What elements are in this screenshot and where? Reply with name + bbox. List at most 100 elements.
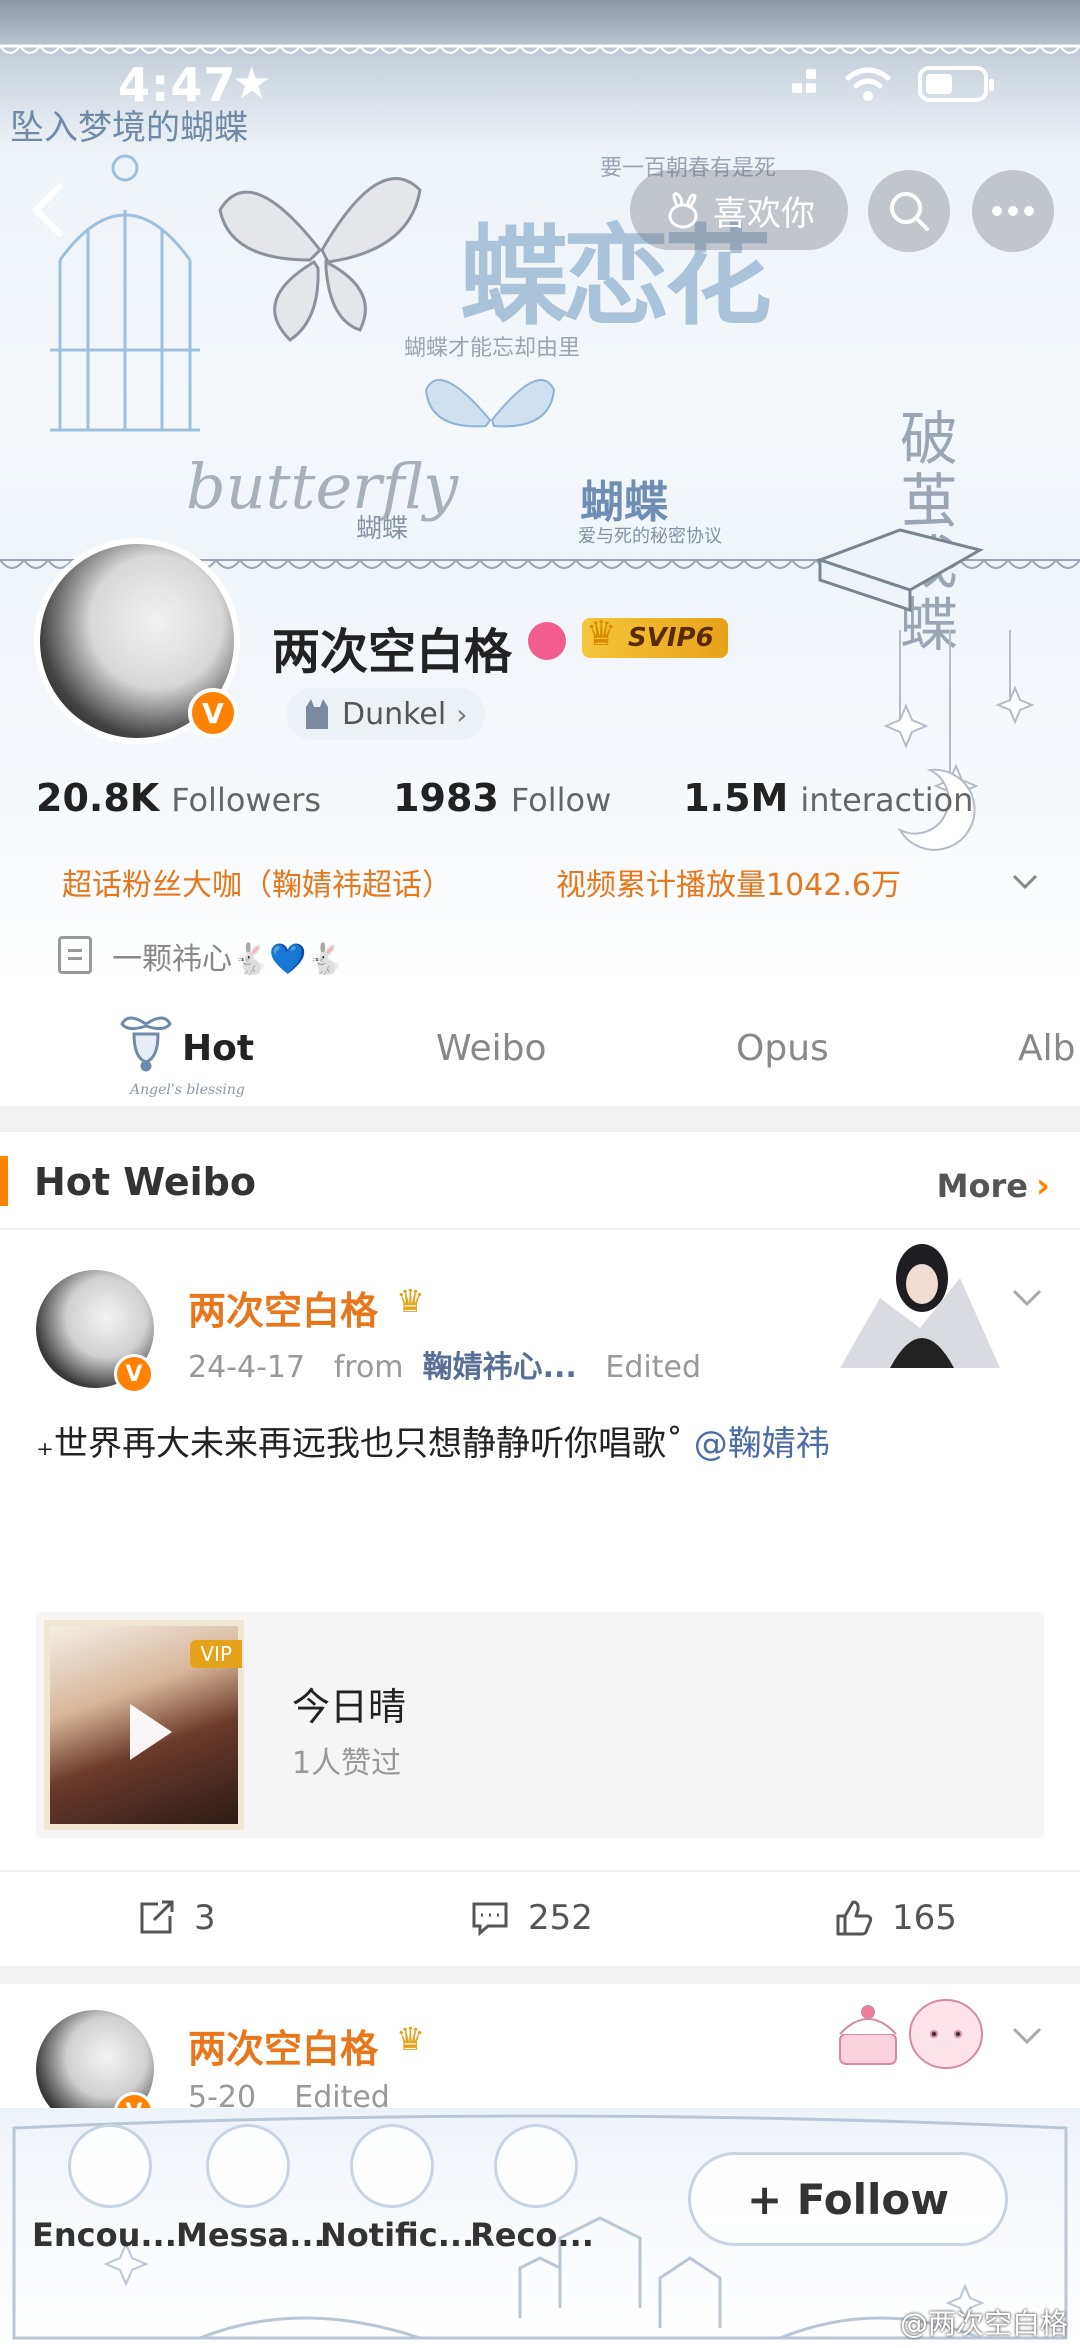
search-icon (890, 192, 929, 231)
followers-label: Followers (171, 781, 322, 819)
book-illustration (815, 528, 984, 613)
post-date: 5-20 (188, 2080, 257, 2108)
wifi-icon (845, 67, 891, 101)
verified-badge: V (188, 688, 238, 738)
blue-butterfly-illustration (424, 379, 556, 428)
like-you-label: 喜欢你 (713, 193, 815, 234)
butterfly-illustration (218, 177, 422, 342)
repost-button[interactable]: 3 (136, 1898, 216, 1938)
thumbs-up-icon (836, 1900, 873, 1936)
tab-opus[interactable]: Opus (736, 1028, 829, 1069)
verified-badge: V (114, 1354, 154, 1394)
bow-bell-icon (120, 1016, 172, 1072)
post-options-chevron-icon[interactable] (1010, 1280, 1044, 1314)
post-date: 24-4-17 (188, 1350, 306, 1385)
post-mention[interactable]: @鞠婧祎 (694, 1424, 830, 1464)
star-icon: ★ (232, 58, 272, 109)
profile-username: 两次空白格 (272, 624, 513, 680)
hot-weibo-header: Hot Weibo More › (0, 1132, 1080, 1230)
notification-icon (350, 2124, 434, 2208)
more-options-button[interactable] (972, 170, 1054, 252)
crown-icon: ♛ (396, 2020, 425, 2058)
comment-count: 252 (528, 1898, 593, 1938)
play-icon[interactable] (130, 1704, 172, 1760)
tab-weibo[interactable]: Weibo (436, 1028, 547, 1069)
interaction-count: 1.5M (683, 776, 789, 820)
followers-stat[interactable]: 20.8K Followers (36, 776, 321, 820)
cat-icon (306, 699, 328, 729)
post-text: ₊世界再大未来再远我也只想静静听你唱歌˚ @鞠婧祎 (36, 1416, 830, 1465)
chevron-right-icon: › (456, 697, 468, 731)
profile-bio: 一颗祎心🐇💙🐇 (112, 942, 345, 977)
chevron-right-icon: › (1035, 1166, 1050, 1206)
post-separator (0, 1966, 1080, 1984)
following-count: 1983 (393, 776, 499, 820)
recommend-icon (494, 2124, 578, 2208)
post-meta: 5-20 Edited (188, 2080, 390, 2108)
more-label: More (936, 1167, 1028, 1205)
tab-hot[interactable]: Hot (182, 1028, 254, 1069)
repost-count: 3 (194, 1898, 216, 1938)
weibo-post[interactable]: V 两次空白格 ♛ 24-4-17 from 鞠婧祎心... Edited ₊世… (0, 1230, 1080, 1970)
expand-chevron-icon[interactable] (1010, 866, 1040, 896)
battery-icon (918, 66, 994, 102)
like-count: 165 (892, 1898, 957, 1938)
tab-album[interactable]: Alb (1018, 1028, 1075, 1069)
music-title: 今日晴 (292, 1685, 407, 1729)
super-topic-icon[interactable] (528, 622, 566, 660)
cake-bunny-sticker (839, 1999, 983, 2069)
profile-tag-views[interactable]: 视频累计播放量1042.6万 (556, 860, 901, 904)
banner-text-sub: 蝴蝶才能忘却由里 (404, 336, 581, 361)
back-button[interactable] (26, 178, 74, 242)
post-meta: 24-4-17 from 鞠婧祎心... Edited (188, 1342, 701, 1386)
post-author[interactable]: 两次空白格 (188, 1280, 378, 1335)
following-stat[interactable]: 1983 Follow (393, 776, 611, 820)
interaction-stat[interactable]: 1.5M interaction (683, 776, 973, 820)
status-bar: 4:47 ★ (0, 0, 1080, 150)
crown-icon: ♛ (396, 1282, 425, 1320)
linked-account-chip[interactable]: Dunkel › (286, 688, 486, 740)
stars-moon-decoration (883, 630, 1035, 851)
status-time: 4:47 (118, 58, 237, 112)
post-from-label: from (333, 1350, 404, 1385)
svip-label: SVIP6 (628, 623, 714, 653)
music-card[interactable]: VIP 今日晴 1人赞过 (36, 1612, 1044, 1838)
follow-button[interactable]: + Follow (688, 2152, 1008, 2246)
search-button[interactable] (868, 170, 950, 252)
like-button[interactable]: 165 (834, 1898, 957, 1938)
svip-badge[interactable]: ♛ SVIP6 (582, 614, 728, 658)
weibo-post[interactable]: V 两次空白格 ♛ 5-20 Edited (0, 1984, 1080, 2108)
nav-encounter[interactable]: Encou... (32, 2216, 177, 2254)
section-divider (0, 1106, 1080, 1132)
bottom-action-bar: Encou... Messa... Notific... Reco... + F… (0, 2108, 1080, 2348)
more-dots-icon (992, 206, 1034, 216)
post-options-chevron-icon[interactable] (1010, 2018, 1044, 2052)
watermark: @两次空白格 (899, 2307, 1068, 2340)
like-you-button[interactable]: 喜欢你 (630, 170, 848, 250)
comment-button[interactable]: 252 (470, 1898, 593, 1938)
linked-account-label: Dunkel (342, 696, 447, 732)
nav-recommend[interactable]: Reco... (462, 2216, 602, 2254)
nav-notification[interactable]: Notific... (320, 2216, 474, 2254)
banner-cursive-text: butterfly (186, 450, 459, 523)
post-edited: Edited (605, 1350, 702, 1385)
followers-count: 20.8K (36, 776, 160, 820)
post-body: ₊世界再大未来再远我也只想静静听你唱歌˚ (36, 1424, 683, 1464)
profile-tag-fan[interactable]: 超话粉丝大咖（鞠婧祎超话） (62, 860, 452, 904)
post-source[interactable]: 鞠婧祎心... (423, 1350, 577, 1385)
following-label: Follow (510, 781, 612, 819)
music-thumbnail[interactable]: VIP (44, 1620, 244, 1830)
message-icon (206, 2124, 290, 2208)
nav-message[interactable]: Messa... (176, 2216, 326, 2254)
more-button[interactable]: More › (937, 1166, 1050, 1206)
interaction-label: interaction (800, 781, 974, 819)
music-subtitle: 1人赞过 (292, 1746, 402, 1781)
section-accent-bar (0, 1156, 8, 1206)
comment-icon (472, 1902, 508, 1937)
tab-hot-subtitle: Angel's blessing (130, 1082, 245, 1098)
vip-tag: VIP (190, 1640, 242, 1668)
post-author[interactable]: 两次空白格 (188, 2018, 378, 2073)
hot-weibo-title: Hot Weibo (34, 1160, 256, 1204)
post-actions: 3 252 165 (0, 1870, 1080, 1966)
decorative-figure-sticker (840, 1244, 1000, 1368)
